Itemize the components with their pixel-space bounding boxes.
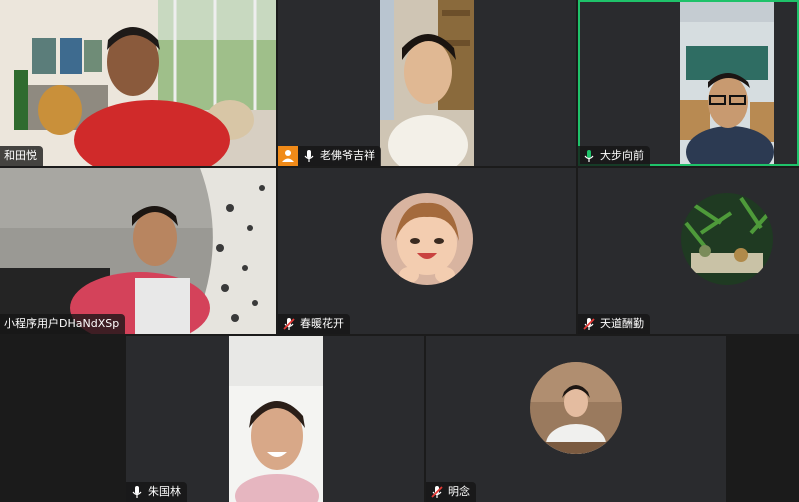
participant-avatar [681, 193, 773, 285]
participant-tile-3[interactable]: 大步向前 [578, 0, 799, 166]
mic-muted-icon[interactable] [430, 485, 444, 499]
participant-tile-5[interactable]: 春暖花开 [278, 168, 576, 334]
participant-name-label: 朱国林 [126, 482, 187, 502]
participant-name: 天道酬勤 [600, 317, 644, 330]
participant-name: 春暖花开 [300, 317, 344, 330]
participant-tile-4[interactable]: 小程序用户DHaNdXSp [0, 168, 276, 334]
participant-name-label: 小程序用户DHaNdXSp [0, 314, 126, 334]
participant-name: 小程序用户DHaNdXSp [4, 317, 120, 330]
participant-name-label: 大步向前 [578, 146, 650, 166]
participant-name-label: 老佛爷吉祥 [278, 146, 381, 166]
participant-tile-7[interactable]: 朱国林 [126, 336, 424, 502]
mic-icon[interactable] [130, 485, 144, 499]
participant-name: 和田悦 [4, 149, 37, 162]
video-feed [229, 336, 323, 502]
participant-name-label: 和田悦 [0, 146, 43, 166]
participant-name-label: 天道酬勤 [578, 314, 650, 334]
host-badge-icon [278, 146, 298, 166]
video-feed [0, 168, 276, 334]
participant-name: 朱国林 [148, 485, 181, 498]
video-feed [380, 0, 474, 166]
participant-tile-2[interactable]: 老佛爷吉祥 [278, 0, 576, 166]
participant-name: 老佛爷吉祥 [320, 149, 375, 162]
participant-avatar [381, 193, 473, 285]
participant-tile-1[interactable]: 和田悦 [0, 0, 276, 166]
mic-active-icon[interactable] [582, 149, 596, 163]
video-feed [680, 2, 774, 164]
participant-name-label: 春暖花开 [278, 314, 350, 334]
participant-name: 大步向前 [600, 149, 644, 162]
participant-tile-6[interactable]: 天道酬勤 [578, 168, 799, 334]
participant-tile-8[interactable]: 明念 [426, 336, 726, 502]
video-feed [0, 0, 276, 166]
participant-name-label: 明念 [426, 482, 476, 502]
mic-icon[interactable] [302, 149, 316, 163]
participant-avatar [530, 362, 622, 454]
mic-muted-icon[interactable] [582, 317, 596, 331]
mic-muted-icon[interactable] [282, 317, 296, 331]
participant-name: 明念 [448, 485, 470, 498]
